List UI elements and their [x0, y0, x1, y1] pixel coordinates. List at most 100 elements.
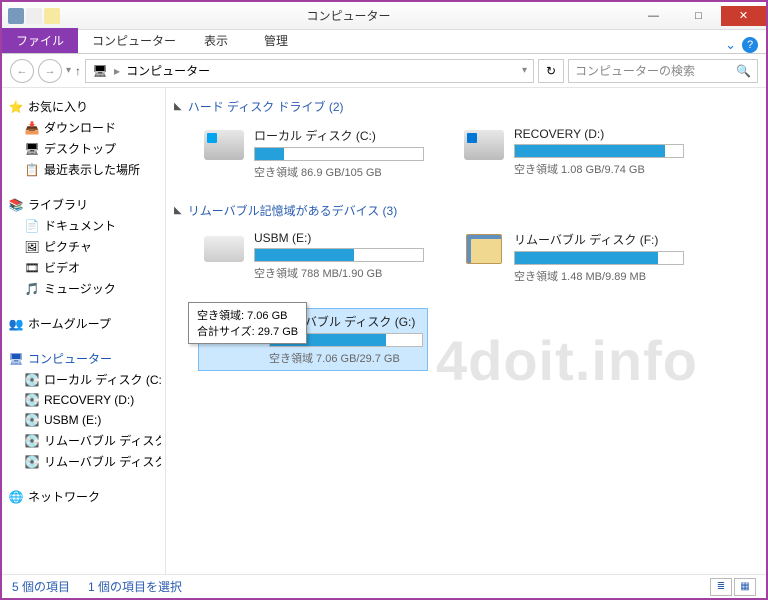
help-icon[interactable]: ? [742, 37, 758, 53]
network-icon: 🌐 [8, 489, 24, 505]
usage-bar [514, 251, 684, 265]
sidebar-item-drive-f[interactable]: 💽リムーバブル ディスク (F:) [6, 430, 161, 451]
up-button[interactable]: ↑ [75, 64, 81, 78]
music-icon: 🎵 [24, 281, 40, 297]
drive-icon: 💽 [24, 412, 40, 428]
usage-bar [254, 147, 424, 161]
removable-icon [202, 231, 246, 267]
drive-free-text: 空き領域 1.48 MB/9.89 MB [514, 268, 684, 284]
qat-icon[interactable] [26, 8, 42, 24]
drive-free-text: 空き領域 788 MB/1.90 GB [254, 265, 424, 281]
history-dropdown-icon[interactable]: ▾ [66, 65, 71, 76]
star-icon: ⭐ [8, 99, 24, 115]
library-icon: 📚 [8, 197, 24, 213]
tab-computer[interactable]: コンピューター [78, 28, 190, 53]
tab-file[interactable]: ファイル [2, 28, 78, 53]
hdd-icon [202, 127, 246, 163]
search-placeholder: コンピューターの検索 [575, 62, 695, 79]
drive-free-text: 空き領域 86.9 GB/105 GB [254, 164, 424, 180]
app-icon [8, 8, 24, 24]
drive-label: USBM (E:) [254, 231, 424, 245]
expand-ribbon-icon[interactable]: ⌄ [725, 37, 736, 53]
tab-view[interactable]: 表示 [190, 28, 242, 53]
section-hdd[interactable]: ◣ハード ディスク ドライブ (2) [174, 98, 758, 115]
close-button[interactable]: ✕ [721, 6, 766, 26]
drive-label: リムーバブル ディスク (F:) [514, 231, 684, 248]
drive-c[interactable]: ローカル ディスク (C:) 空き領域 86.9 GB/105 GB [198, 123, 428, 184]
maximize-button[interactable]: □ [676, 6, 721, 26]
address-field[interactable]: 🖥 ▸ コンピューター ▾ [85, 59, 534, 83]
address-location: コンピューター [126, 62, 210, 79]
qat-folder-icon[interactable] [44, 8, 60, 24]
collapse-icon: ◣ [174, 101, 182, 112]
hdd-icon [462, 127, 506, 163]
sidebar-item-downloads[interactable]: 📥ダウンロード [6, 117, 161, 138]
drive-f[interactable]: リムーバブル ディスク (F:) 空き領域 1.48 MB/9.89 MB [458, 227, 688, 288]
sidebar-computer[interactable]: 🖥コンピューター [6, 348, 161, 369]
drive-icon: 💽 [24, 433, 40, 449]
sidebar-libraries[interactable]: 📚ライブラリ [6, 194, 161, 215]
forward-button[interactable]: → [38, 59, 62, 83]
sidebar-item-drive-c[interactable]: 💽ローカル ディスク (C:) [6, 369, 161, 390]
search-box[interactable]: コンピューターの検索 🔍 [568, 59, 758, 83]
sidebar-item-drive-e[interactable]: 💽USBM (E:) [6, 410, 161, 430]
address-bar: ← → ▾ ↑ 🖥 ▸ コンピューター ▾ ↻ コンピューターの検索 🔍 [2, 54, 766, 88]
search-icon: 🔍 [736, 64, 751, 78]
computer-icon: 🖥 [92, 63, 108, 79]
tooltip-total: 合計サイズ: 29.7 GB [197, 323, 298, 339]
sidebar-item-videos[interactable]: 🎞ビデオ [6, 257, 161, 278]
download-icon: 📥 [24, 120, 40, 136]
titlebar: ドライブ ツール コンピューター — □ ✕ [2, 2, 766, 30]
collapse-icon: ◣ [174, 205, 182, 216]
status-bar: 5 個の項目 1 個の項目を選択 ≣ ▦ [2, 574, 766, 598]
drive-icon: 💽 [24, 392, 40, 408]
section-removable[interactable]: ◣リムーバブル記憶域があるデバイス (3) [174, 202, 758, 219]
computer-icon: 🖥 [8, 351, 24, 367]
sidebar-item-pictures[interactable]: 🖼ピクチャ [6, 236, 161, 257]
sidebar-item-recent[interactable]: 📋最近表示した場所 [6, 159, 161, 180]
sidebar-favorites[interactable]: ⭐お気に入り [6, 96, 161, 117]
tab-manage[interactable]: 管理 [250, 28, 302, 53]
ribbon-help: ⌄ ? [725, 37, 766, 53]
watermark: 4doit.info [436, 328, 698, 393]
sidebar-item-drive-d[interactable]: 💽RECOVERY (D:) [6, 390, 161, 410]
drive-label: RECOVERY (D:) [514, 127, 684, 141]
sidebar-item-music[interactable]: 🎵ミュージック [6, 278, 161, 299]
nav-sidebar: ⭐お気に入り 📥ダウンロード 🖥デスクトップ 📋最近表示した場所 📚ライブラリ … [2, 88, 166, 574]
status-count: 5 個の項目 [12, 578, 70, 595]
desktop-icon: 🖥 [24, 141, 40, 157]
sidebar-item-documents[interactable]: 📄ドキュメント [6, 215, 161, 236]
drive-d[interactable]: RECOVERY (D:) 空き領域 1.08 GB/9.74 GB [458, 123, 688, 184]
back-button[interactable]: ← [10, 59, 34, 83]
floppy-icon [462, 231, 506, 267]
drive-label: ローカル ディスク (C:) [254, 127, 424, 144]
drive-tooltip: 空き領域: 7.06 GB 合計サイズ: 29.7 GB [188, 302, 307, 344]
sidebar-homegroup[interactable]: 👥ホームグループ [6, 313, 161, 334]
content-pane: 4doit.info ◣ハード ディスク ドライブ (2) ローカル ディスク … [166, 88, 766, 574]
video-icon: 🎞 [24, 260, 40, 276]
sidebar-item-drive-g[interactable]: 💽リムーバブル ディスク (G:) [6, 451, 161, 472]
document-icon: 📄 [24, 218, 40, 234]
qat-icons [2, 8, 66, 24]
minimize-button[interactable]: — [631, 6, 676, 26]
status-selected: 1 個の項目を選択 [88, 578, 182, 595]
sidebar-network[interactable]: 🌐ネットワーク [6, 486, 161, 507]
usage-bar [254, 248, 424, 262]
sidebar-item-desktop[interactable]: 🖥デスクトップ [6, 138, 161, 159]
drive-icon: 💽 [24, 454, 40, 470]
window-title: コンピューター [66, 7, 631, 24]
recent-icon: 📋 [24, 162, 40, 178]
drive-icon: 💽 [24, 372, 40, 388]
view-details-button[interactable]: ≣ [710, 578, 732, 596]
window-buttons: — □ ✕ [631, 6, 766, 26]
view-tiles-button[interactable]: ▦ [734, 578, 756, 596]
ribbon-tabs: ファイル コンピューター 表示 管理 ⌄ ? [2, 30, 766, 54]
refresh-button[interactable]: ↻ [538, 59, 564, 83]
address-dropdown-icon[interactable]: ▾ [522, 65, 527, 76]
homegroup-icon: 👥 [8, 316, 24, 332]
drive-e[interactable]: USBM (E:) 空き領域 788 MB/1.90 GB [198, 227, 428, 288]
drive-free-text: 空き領域 7.06 GB/29.7 GB [269, 350, 423, 366]
usage-bar [514, 144, 684, 158]
tooltip-free: 空き領域: 7.06 GB [197, 307, 298, 323]
picture-icon: 🖼 [24, 239, 40, 255]
